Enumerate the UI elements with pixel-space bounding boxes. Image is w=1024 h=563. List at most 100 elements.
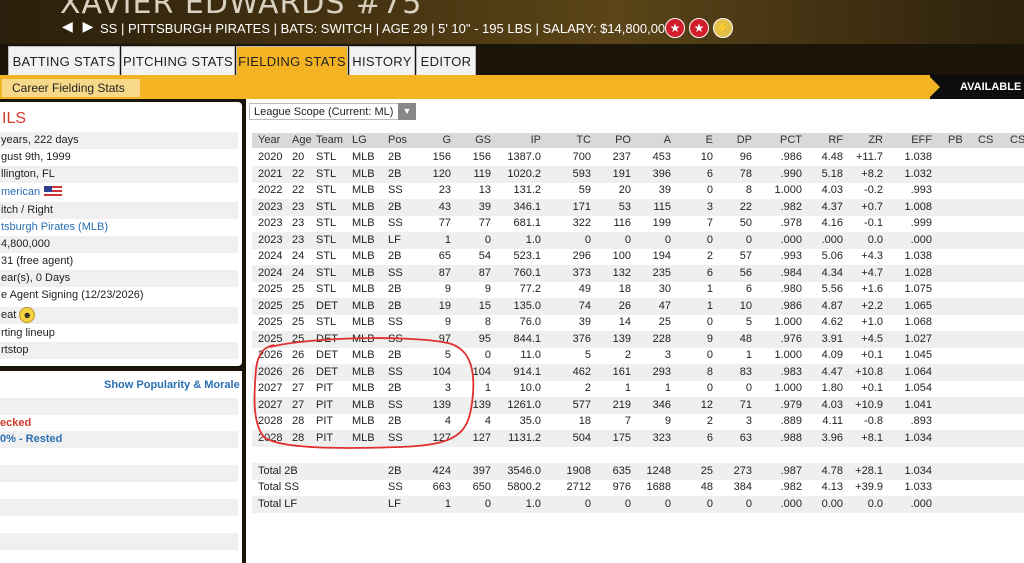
column-header[interactable]: Pos <box>388 133 407 148</box>
column-header[interactable]: CS <box>978 133 993 148</box>
table-cell: 7 <box>624 415 631 427</box>
table-cell: 20 <box>618 184 631 196</box>
table-cell: 25 <box>700 464 713 477</box>
table-cell: 1688 <box>646 481 671 493</box>
table-cell: 2025 <box>258 283 283 295</box>
league-scope-select[interactable]: League Scope (Current: ML) <box>249 103 416 120</box>
table-cell: 23 <box>438 184 451 196</box>
column-header[interactable]: TC <box>576 133 591 148</box>
table-cell: 228 <box>652 332 671 345</box>
column-header[interactable]: Year <box>258 133 280 148</box>
detail-team-link[interactable]: tsburgh Pirates (MLB) <box>0 219 238 236</box>
table-cell: 25 <box>292 316 305 328</box>
table-cell: 171 <box>572 200 591 213</box>
table-cell: 11.0 <box>520 349 541 361</box>
table-cell: Total 2B <box>258 464 298 477</box>
table-cell: Total LF <box>258 497 298 510</box>
tab-editor[interactable]: EDITOR <box>416 46 476 76</box>
table-cell: .986 <box>780 151 802 163</box>
table-cell: 1.064 <box>904 365 932 378</box>
table-cell: 48 <box>739 332 752 345</box>
next-player-icon[interactable]: ▶ <box>83 18 94 34</box>
table-cell: 30 <box>658 283 671 295</box>
usa-flag-icon <box>44 186 63 199</box>
table-cell: 376 <box>572 332 591 345</box>
column-header[interactable]: GS <box>475 133 491 148</box>
table-cell: 5.18 <box>821 167 843 180</box>
table-cell: 74 <box>578 299 591 312</box>
table-cell: SS <box>388 217 403 229</box>
column-header[interactable]: CS <box>1010 133 1024 148</box>
tab-fielding-stats[interactable]: FIELDING STATS <box>236 46 348 76</box>
column-header[interactable]: Team <box>316 133 343 148</box>
detail-contract: 31 (free agent) <box>1 255 74 267</box>
column-header[interactable]: PCT <box>780 133 802 148</box>
table-cell: SS <box>388 266 403 279</box>
table-cell: MLB <box>352 151 375 163</box>
table-cell: 462 <box>572 365 591 378</box>
column-header[interactable]: DP <box>737 133 752 148</box>
table-cell: 5 <box>584 349 591 361</box>
column-header[interactable]: PO <box>615 133 631 148</box>
tab-history[interactable]: HISTORY <box>349 46 415 76</box>
column-header[interactable]: RF <box>828 133 843 148</box>
available-panel-tab[interactable]: AVAILABLE A <box>930 75 1024 117</box>
table-cell: 43 <box>438 200 451 213</box>
chevron-down-icon[interactable]: ▼ <box>398 103 416 120</box>
table-cell: 593 <box>572 167 591 180</box>
table-cell: 1.032 <box>904 167 932 180</box>
table-cell: .000 <box>780 497 802 510</box>
table-cell: 24 <box>292 266 305 279</box>
detail-service-time: ear(s), 0 Days <box>0 270 238 287</box>
table-cell: 2B <box>388 200 402 213</box>
table-cell: 10 <box>739 299 752 312</box>
tab-pitching-stats[interactable]: PITCHING STATS <box>121 46 235 76</box>
table-cell: 22 <box>292 167 305 180</box>
table-cell: 39 <box>578 316 591 328</box>
column-header[interactable]: E <box>706 133 713 148</box>
column-header[interactable]: A <box>664 133 671 148</box>
table-cell: 397 <box>472 464 491 477</box>
table-cell: 3 <box>745 415 752 427</box>
column-header[interactable]: LG <box>352 133 367 148</box>
table-cell: 4.03 <box>821 398 843 411</box>
table-cell: 373 <box>572 266 591 279</box>
table-cell: .976 <box>780 332 802 345</box>
column-header[interactable]: ZR <box>868 133 883 148</box>
prev-player-icon[interactable]: ◀ <box>62 18 73 34</box>
morale-row <box>0 398 238 415</box>
table-cell: 6 <box>745 283 752 295</box>
table-cell: .987 <box>780 464 802 477</box>
table-cell: 1.033 <box>904 481 932 493</box>
table-cell: 1.054 <box>904 382 932 394</box>
table-cell: 18 <box>578 415 591 427</box>
column-header[interactable]: G <box>442 133 451 148</box>
table-cell: 4.47 <box>821 365 843 378</box>
table-cell: 4.34 <box>821 266 843 279</box>
table-cell: -0.2 <box>864 184 883 196</box>
table-row[interactable] <box>252 495 1024 513</box>
table-cell: 2020 <box>258 151 283 163</box>
column-header[interactable]: EFF <box>911 133 932 148</box>
column-header[interactable]: IP <box>531 133 541 148</box>
subtab-career-fielding-stats[interactable]: Career Fielding Stats <box>2 79 140 97</box>
table-cell: 0 <box>484 349 491 361</box>
table-cell: 1.028 <box>904 266 932 279</box>
table-cell: 1.041 <box>904 398 932 411</box>
column-header[interactable]: Age <box>292 133 312 148</box>
table-cell: 1 <box>745 349 752 361</box>
table-cell: +2.2 <box>861 299 883 312</box>
table-cell: 1020.2 <box>507 167 541 180</box>
tab-batting-stats[interactable]: BATTING STATS <box>8 46 120 76</box>
star-icon: ★ <box>689 18 709 38</box>
show-popularity-morale-link[interactable]: Show Popularity & Morale <box>104 379 240 391</box>
table-cell: +39.9 <box>855 481 883 493</box>
table-cell: 1.034 <box>904 431 932 444</box>
table-cell: 4.87 <box>821 299 843 312</box>
table-cell: 77.2 <box>519 283 541 295</box>
table-cell: 237 <box>612 151 631 163</box>
table-cell: +0.7 <box>861 200 883 213</box>
column-header[interactable]: PB <box>948 133 963 148</box>
detail-nationality[interactable]: merican <box>0 184 238 201</box>
table-cell: 0 <box>706 233 713 246</box>
